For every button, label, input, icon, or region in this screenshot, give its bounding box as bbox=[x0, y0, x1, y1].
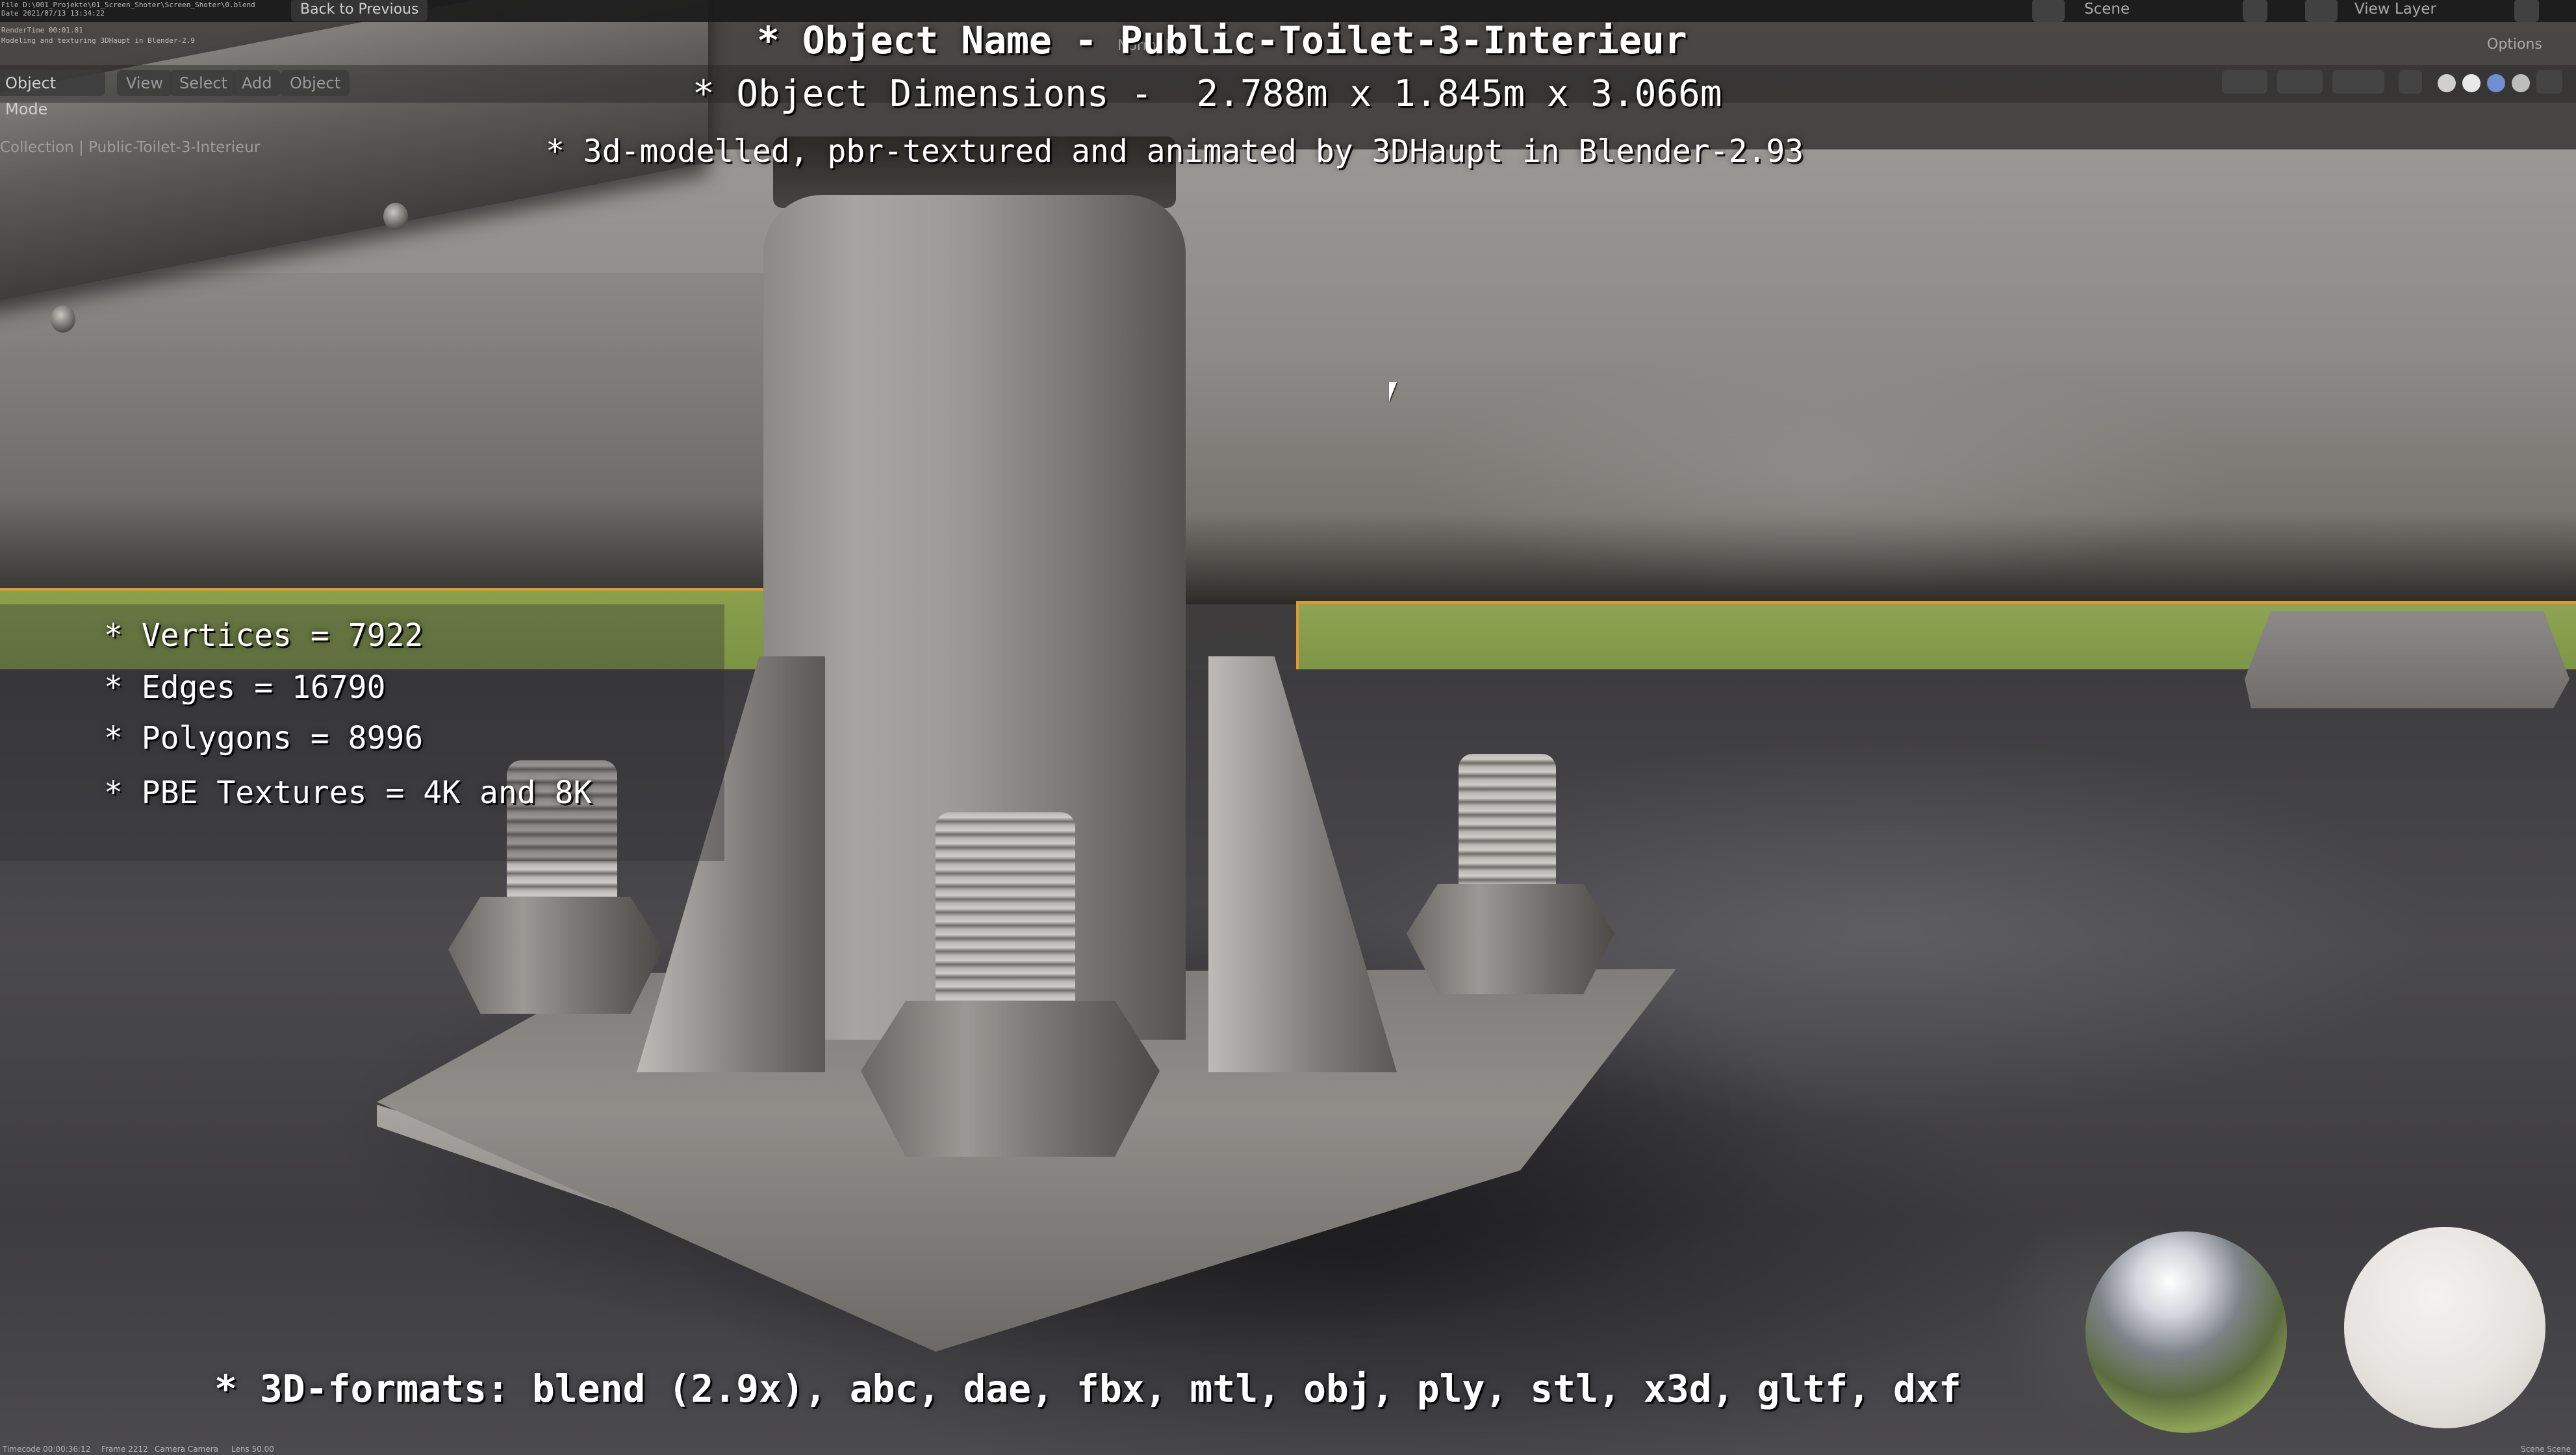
chrome-sphere-icon bbox=[2085, 1231, 2287, 1433]
solid-shading-icon[interactable] bbox=[2462, 74, 2480, 92]
bolt-nut-left bbox=[448, 897, 663, 1014]
bolt-thread-front bbox=[936, 812, 1075, 1027]
scene-label[interactable]: Scene bbox=[2084, 1, 2130, 18]
vertices-stat: * Vertices = 7922 bbox=[104, 617, 424, 654]
menu-select[interactable]: Select bbox=[170, 70, 237, 96]
back-label: Back to Previous bbox=[300, 1, 419, 18]
status-lens: Lens 50.00 bbox=[231, 1445, 274, 1454]
rail-bolt bbox=[383, 203, 408, 230]
visibility-icon[interactable] bbox=[2222, 70, 2267, 94]
distant-post-base bbox=[2245, 611, 2570, 708]
menu-object[interactable]: Object bbox=[281, 70, 350, 96]
render-info-line: RenderTime 00:01.81 bbox=[1, 26, 83, 34]
new-scene-icon[interactable] bbox=[2243, 0, 2267, 22]
menu-view[interactable]: View bbox=[117, 70, 172, 96]
status-camera: Camera Camera bbox=[155, 1445, 218, 1454]
mode-dropdown[interactable]: Object Mode bbox=[0, 70, 105, 118]
textures-stat: * PBE Textures = 4K and 8K bbox=[104, 775, 593, 811]
render-info-line: File D:\001_Projekte\01_Screen_Shoter\Sc… bbox=[1, 1, 255, 9]
bolt-thread-right bbox=[1459, 754, 1556, 903]
render-info-line: Modeling and texturing 3DHaupt in Blende… bbox=[1, 36, 196, 45]
menu-add[interactable]: Add bbox=[233, 70, 281, 96]
shading-options-icon[interactable] bbox=[2536, 70, 2562, 94]
status-frame: Frame 2212 bbox=[101, 1445, 148, 1454]
white-sphere-icon bbox=[2344, 1227, 2545, 1428]
view-layer-label[interactable]: View Layer bbox=[2354, 1, 2436, 18]
overlay-icon[interactable] bbox=[2332, 70, 2384, 94]
object-dimensions-caption: * Object Dimensions - 2.788m x 1.845m x … bbox=[693, 73, 1722, 115]
material-shading-icon[interactable] bbox=[2487, 74, 2505, 92]
scene-icon[interactable] bbox=[2032, 0, 2065, 22]
bolt-nut-front bbox=[861, 1001, 1160, 1157]
xray-icon[interactable] bbox=[2399, 70, 2422, 94]
credits-caption: * 3d-modelled, pbr-textured and animated… bbox=[546, 133, 1804, 170]
render-info-line: Date 2021/07/13 13:34:22 bbox=[1, 9, 105, 18]
status-timecode: Timecode 00:00:36:12 bbox=[3, 1445, 91, 1454]
wall-left-section bbox=[0, 273, 767, 591]
view-layer-icon[interactable] bbox=[2305, 0, 2338, 22]
mouse-pointer-icon bbox=[1389, 382, 1397, 402]
edges-stat: * Edges = 16790 bbox=[104, 669, 386, 706]
gizmo-icon[interactable] bbox=[2277, 70, 2323, 94]
rendered-shading-icon[interactable] bbox=[2512, 74, 2530, 92]
bolt-nut-right bbox=[1407, 884, 1614, 994]
new-view-layer-icon[interactable] bbox=[2514, 0, 2539, 22]
status-scene: Scene Scene bbox=[2521, 1445, 2571, 1454]
polygons-stat: * Polygons = 8996 bbox=[104, 720, 424, 756]
back-to-previous-button[interactable]: Back to Previous bbox=[291, 0, 428, 21]
object-name-caption: * Object Name - Public-Toilet-3-Interieu… bbox=[757, 18, 1687, 62]
formats-caption: * 3D-formats: blend (2.9x), abc, dae, fb… bbox=[214, 1367, 1961, 1411]
wireframe-shading-icon[interactable] bbox=[2438, 74, 2456, 92]
rail-bolt bbox=[51, 305, 75, 333]
collection-breadcrumb: Collection | Public-Toilet-3-Interieur bbox=[0, 139, 261, 156]
options-dropdown[interactable]: Options bbox=[2487, 36, 2542, 53]
